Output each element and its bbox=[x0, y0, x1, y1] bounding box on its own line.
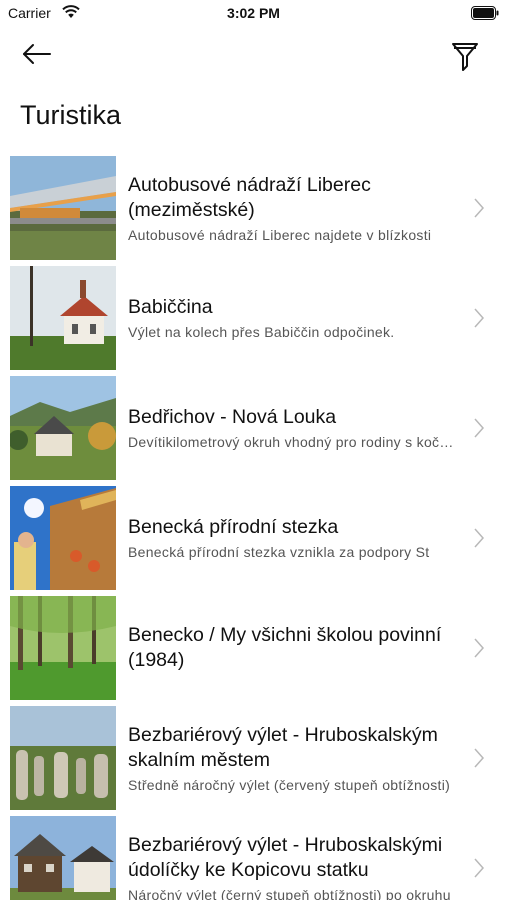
item-title: Autobusové nádraží Liberec (meziměstské) bbox=[128, 173, 371, 221]
chapel-photo bbox=[10, 266, 116, 370]
filter-button[interactable] bbox=[447, 36, 483, 72]
timber-house-photo bbox=[10, 816, 116, 900]
item-subtitle: Výlet na kolech přes Babiččin odpočinek. bbox=[128, 324, 395, 340]
thumbnail-image bbox=[10, 376, 116, 480]
thumbnail-image bbox=[10, 486, 116, 590]
thumbnail-image bbox=[10, 266, 116, 370]
chevron-right-icon bbox=[474, 308, 485, 328]
item-title: Benecko / My všichni školou povinní (198… bbox=[128, 624, 442, 671]
list-item[interactable]: Benecko / My všichni školou povinní (198… bbox=[0, 593, 507, 703]
status-bar: Carrier 3:02 PM bbox=[0, 0, 507, 28]
chevron-right-icon bbox=[474, 638, 485, 658]
bus-station-photo bbox=[10, 156, 116, 260]
thumbnail-image bbox=[10, 706, 116, 810]
filter-icon bbox=[452, 43, 478, 71]
mountain-house-photo bbox=[10, 376, 116, 480]
clock: 3:02 PM bbox=[227, 5, 280, 21]
item-title: Benecká přírodní stezka bbox=[128, 516, 339, 538]
list-item[interactable]: Bezbariérový výlet - Hruboskalskými údol… bbox=[0, 813, 507, 900]
item-subtitle: Devítikilometrový okruh vhodný pro rodin… bbox=[128, 434, 459, 450]
chevron-right-icon bbox=[474, 418, 485, 438]
item-subtitle: Středně náročný výlet (červený stupeň ob… bbox=[128, 776, 451, 793]
item-title: Bedřichov - Nová Louka bbox=[128, 406, 337, 428]
list-item[interactable]: Babiččina Výlet na kolech přes Babiččin … bbox=[0, 263, 507, 373]
chevron-right-icon bbox=[474, 748, 485, 768]
chevron-right-icon bbox=[474, 528, 485, 548]
page-title: Turistika bbox=[20, 100, 122, 130]
list-item[interactable]: Autobusové nádraží Liberec (meziměstské)… bbox=[0, 153, 507, 263]
trail-list: Autobusové nádraží Liberec (meziměstské)… bbox=[0, 153, 507, 900]
item-title: Bezbariérový výlet - Hruboskalskými údol… bbox=[128, 833, 443, 881]
back-button[interactable] bbox=[18, 36, 58, 72]
chevron-right-icon bbox=[474, 198, 485, 218]
item-subtitle: Benecká přírodní stezka vznikla za podpo… bbox=[128, 544, 430, 560]
battery-icon bbox=[471, 6, 499, 20]
thumbnail-image bbox=[10, 596, 116, 700]
nature-trail-photo bbox=[10, 486, 116, 590]
item-title: Bezbariérový výlet - Hruboskalským skaln… bbox=[128, 723, 438, 771]
arrow-left-icon bbox=[23, 44, 51, 64]
item-title: Babiččina bbox=[128, 296, 213, 318]
thumbnail-image bbox=[10, 156, 116, 260]
item-subtitle: Náročný výlet (černý stupeň obtížnosti) … bbox=[128, 886, 451, 900]
list-item[interactable]: Benecká přírodní stezka Benecká přírodní… bbox=[0, 483, 507, 593]
rock-town-photo bbox=[10, 706, 116, 810]
chevron-right-icon bbox=[474, 858, 485, 878]
list-item[interactable]: Bezbariérový výlet - Hruboskalským skaln… bbox=[0, 703, 507, 813]
forest-photo bbox=[10, 596, 116, 700]
item-subtitle: Autobusové nádraží Liberec najdete v blí… bbox=[128, 226, 432, 243]
navigation-bar bbox=[0, 30, 507, 78]
thumbnail-image bbox=[10, 816, 116, 900]
list-item[interactable]: Bedřichov - Nová Louka Devítikilometrový… bbox=[0, 373, 507, 483]
